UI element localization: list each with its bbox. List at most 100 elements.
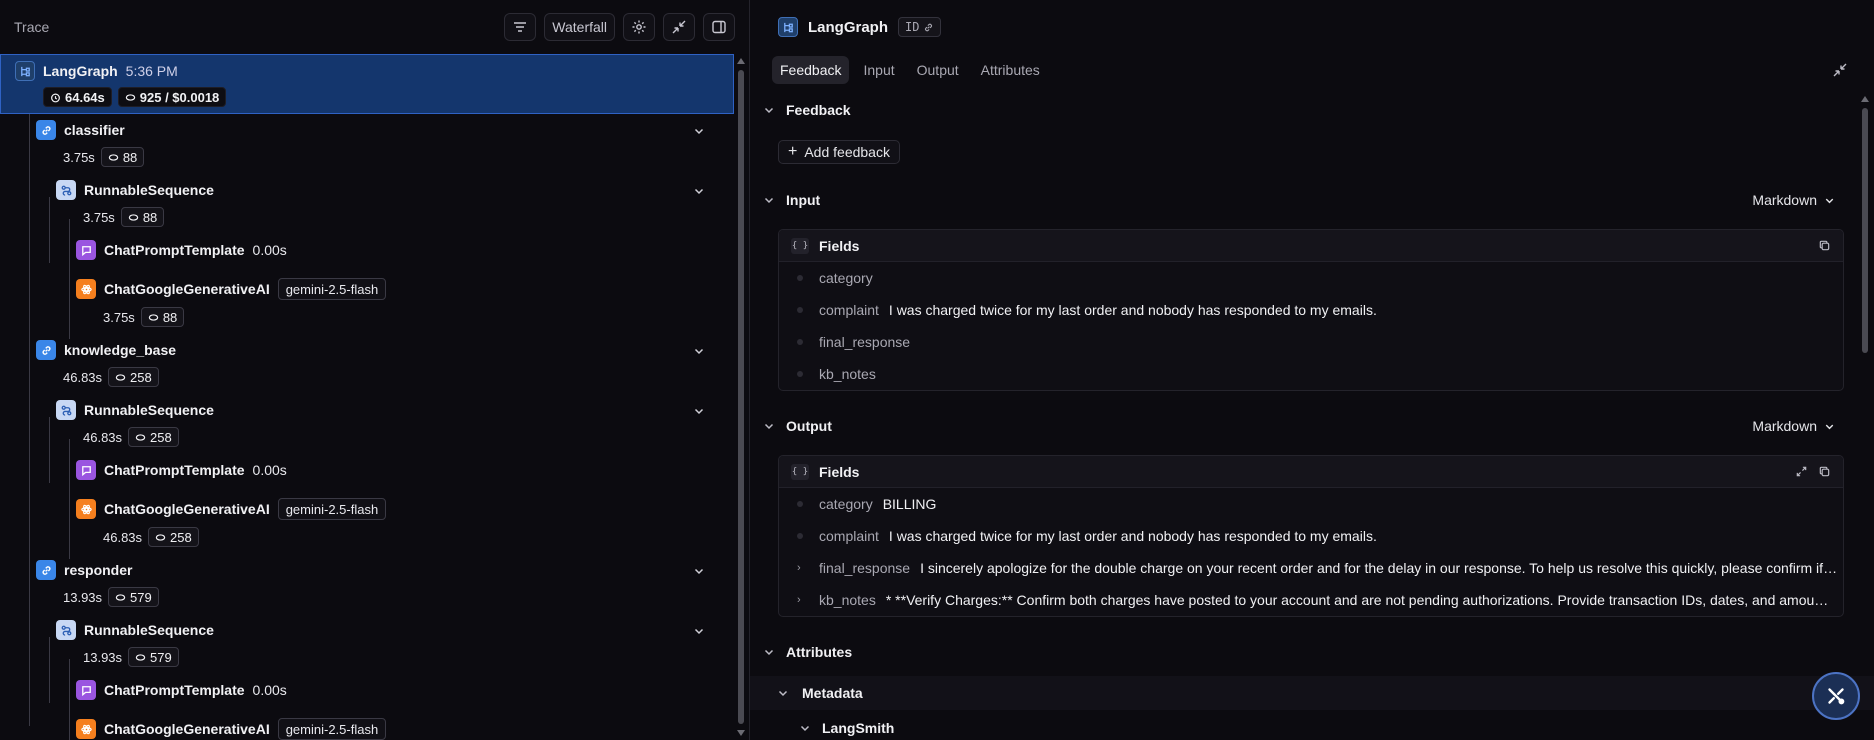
sequence-icon <box>56 620 76 640</box>
trace-title: Trace <box>14 19 50 35</box>
assistant-icon <box>1828 688 1845 705</box>
input-fields-card: { } Fields category complaint I was charg… <box>778 229 1844 391</box>
waterfall-button[interactable]: Waterfall <box>544 13 615 41</box>
trace-root-row[interactable]: LangGraph 5:36 PM 64.64s 925 / $0.0018 <box>0 54 734 114</box>
tree-node-chatprompttemplate[interactable]: ChatPromptTemplate 0.00s <box>76 240 726 260</box>
model-badge: gemini-2.5-flash <box>277 718 387 740</box>
plus-icon: + <box>788 143 798 160</box>
input-format-dropdown[interactable]: Markdown <box>1752 192 1854 208</box>
token-icon <box>115 593 126 601</box>
token-icon <box>155 533 166 541</box>
tab-feedback[interactable]: Feedback <box>772 56 850 84</box>
output-field-row: complaint I was charged twice for my last… <box>779 520 1843 552</box>
clock-icon <box>51 93 60 102</box>
chain-icon <box>36 120 56 140</box>
attributes-section-header[interactable]: Attributes <box>762 644 1854 660</box>
output-format-dropdown[interactable]: Markdown <box>1752 418 1854 434</box>
gear-icon <box>632 20 646 34</box>
tree-node-knowledge-base[interactable]: knowledge_base 46.83s 258 <box>36 340 726 387</box>
settings-button[interactable] <box>623 13 655 41</box>
filter-button[interactable] <box>504 13 537 41</box>
graph-icon <box>778 17 798 37</box>
root-tokens: 925 / $0.0018 <box>139 89 220 105</box>
node-duration: 3.75s <box>63 149 95 165</box>
chevron-down-icon <box>1825 424 1834 429</box>
tab-input[interactable]: Input <box>855 56 902 84</box>
input-field-row: complaint I was charged twice for my last… <box>779 294 1843 326</box>
assistant-button[interactable] <box>1812 672 1860 720</box>
chevron-down-icon <box>764 107 774 114</box>
root-name: LangGraph <box>43 63 118 79</box>
tree-node-runnablesequence[interactable]: RunnableSequence 13.93s 579 <box>56 620 726 667</box>
graph-icon <box>15 61 35 81</box>
copy-id-button[interactable]: ID <box>898 17 942 37</box>
tree-node-chatgooglegenerativeai[interactable]: ChatGoogleGenerativeAI gemini-2.5-flash … <box>76 498 726 547</box>
token-icon <box>108 153 119 161</box>
detail-tabs: Feedback Input Output Attributes <box>772 56 1048 84</box>
metadata-section-header[interactable]: Metadata <box>750 676 1874 710</box>
tab-output[interactable]: Output <box>909 56 967 84</box>
expand-icon[interactable] <box>1795 465 1808 478</box>
chevron-down-icon[interactable] <box>692 404 706 418</box>
chevron-down-icon <box>764 197 774 204</box>
llm-icon <box>76 719 96 739</box>
copy-icon[interactable] <box>1818 239 1831 252</box>
copy-icon[interactable] <box>1818 465 1831 478</box>
chevron-right-icon[interactable]: › <box>797 562 807 574</box>
tree-node-runnablesequence[interactable]: RunnableSequence 46.83s 258 <box>56 400 726 447</box>
chevron-down-icon[interactable] <box>692 344 706 358</box>
chevron-down-icon[interactable] <box>692 124 706 138</box>
input-field-row: category <box>779 262 1843 294</box>
tree-node-runnablesequence[interactable]: RunnableSequence 3.75s 88 <box>56 180 726 227</box>
prompt-icon <box>76 680 96 700</box>
prompt-icon <box>76 240 96 260</box>
tree-node-chatgooglegenerativeai[interactable]: ChatGoogleGenerativeAI gemini-2.5-flash <box>76 718 726 740</box>
chevron-down-icon <box>764 423 774 430</box>
token-icon <box>115 373 126 381</box>
output-field-row[interactable]: › kb_notes * **Verify Charges:** Confirm b… <box>779 584 1843 616</box>
llm-icon <box>76 279 96 299</box>
add-feedback-button[interactable]: + Add feedback <box>778 140 900 164</box>
chevron-down-icon[interactable] <box>692 624 706 638</box>
run-title: LangGraph <box>808 18 889 36</box>
model-badge: gemini-2.5-flash <box>277 278 387 300</box>
trace-header: Trace Waterfall <box>0 0 749 54</box>
trace-scrollbar[interactable] <box>735 54 747 740</box>
output-section-header[interactable]: Output Markdown <box>762 418 1854 434</box>
braces-icon: { } <box>791 237 809 254</box>
token-icon <box>128 213 139 221</box>
duration-chip: 64.64s <box>43 87 112 107</box>
feedback-section-header[interactable]: Feedback <box>762 102 1854 118</box>
input-field-row: kb_notes <box>779 358 1843 390</box>
chevron-down-icon[interactable] <box>692 184 706 198</box>
output-field-row[interactable]: › final_response I sincerely apologize for… <box>779 552 1843 584</box>
tree-node-responder[interactable]: responder 13.93s 579 <box>36 560 726 607</box>
llm-icon <box>76 499 96 519</box>
prompt-icon <box>76 460 96 480</box>
tab-attributes[interactable]: Attributes <box>973 56 1048 84</box>
braces-icon: { } <box>791 463 809 480</box>
input-section-header[interactable]: Input Markdown <box>762 192 1854 208</box>
tree-node-chatprompttemplate[interactable]: ChatPromptTemplate 0.00s <box>76 460 726 480</box>
sidebar-icon <box>712 20 726 34</box>
chevron-right-icon[interactable]: › <box>797 594 807 606</box>
sequence-icon <box>56 400 76 420</box>
run-detail-panel: LangGraph ID Feedback Input Output Attri… <box>750 0 1874 740</box>
tree-node-chatgooglegenerativeai[interactable]: ChatGoogleGenerativeAI gemini-2.5-flash … <box>76 278 726 327</box>
collapse-icon[interactable] <box>1832 62 1848 78</box>
trace-toolbar: Waterfall <box>504 13 735 41</box>
detail-scrollbar[interactable] <box>1860 96 1870 740</box>
node-name: classifier <box>64 122 125 138</box>
chevron-down-icon <box>1825 198 1834 203</box>
chevron-down-icon[interactable] <box>692 564 706 578</box>
input-field-row: final_response <box>779 326 1843 358</box>
tree-node-classifier[interactable]: classifier 3.75s 88 <box>36 120 726 167</box>
langsmith-section-header[interactable]: LangSmith <box>798 720 894 736</box>
link-icon <box>925 23 933 31</box>
model-badge: gemini-2.5-flash <box>277 498 387 520</box>
root-time: 5:36 PM <box>125 63 178 79</box>
collapse-button[interactable] <box>663 13 695 41</box>
tree-node-chatprompttemplate[interactable]: ChatPromptTemplate 0.00s <box>76 680 726 700</box>
trace-panel: Trace Waterfall LangGraph 5:36 PM 64.64s… <box>0 0 750 740</box>
toggle-panel-button[interactable] <box>703 13 735 41</box>
